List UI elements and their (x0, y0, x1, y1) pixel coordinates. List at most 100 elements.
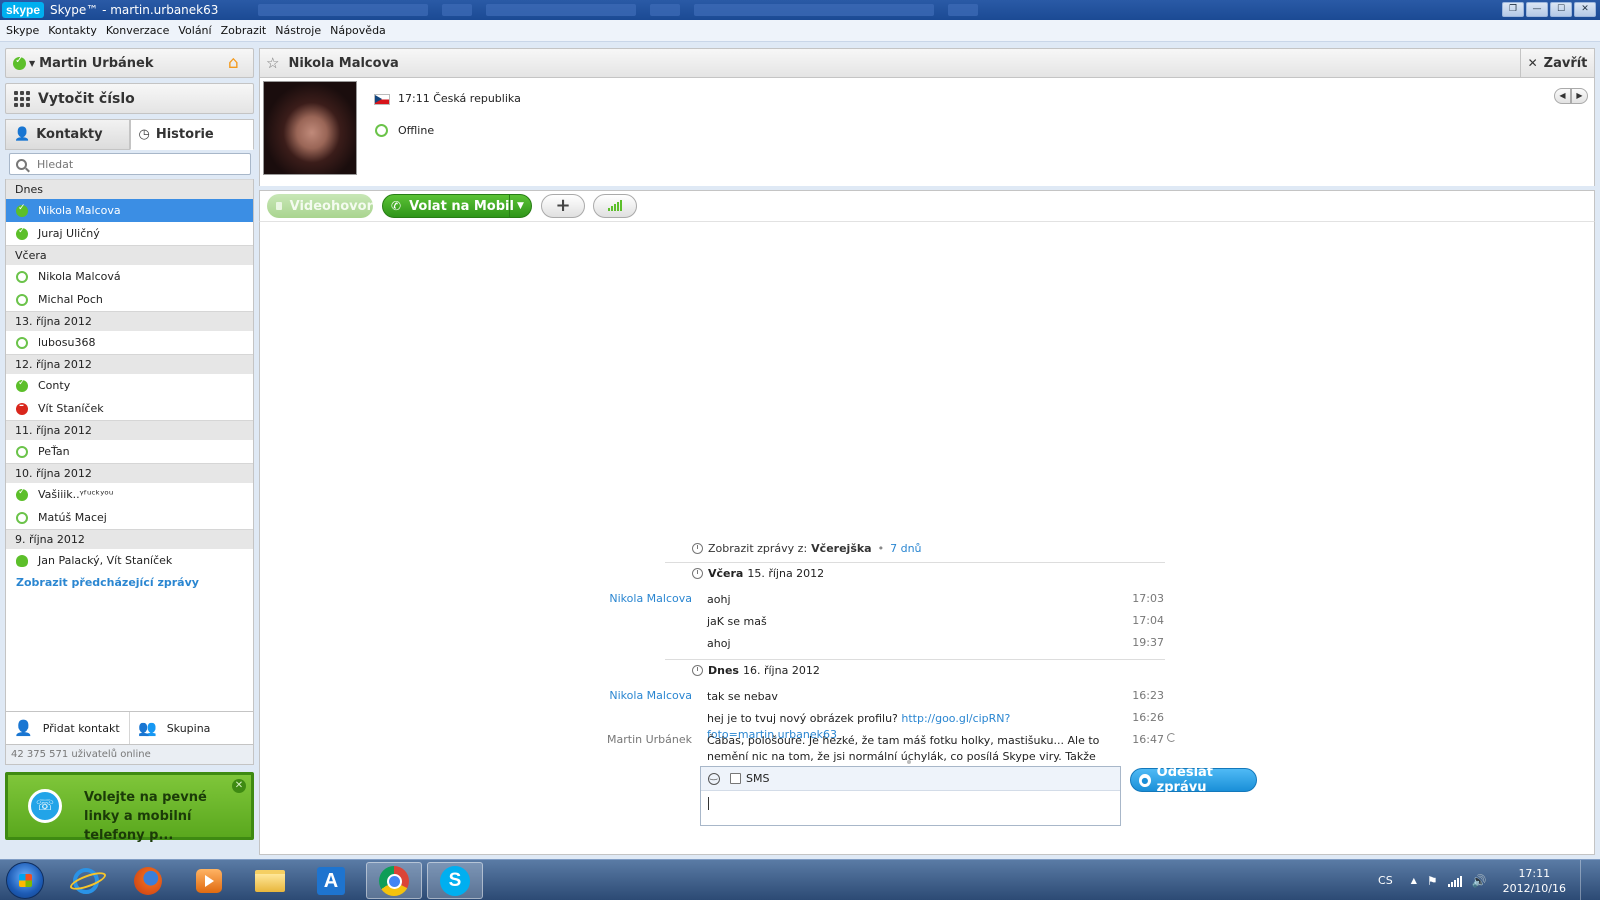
history-contact[interactable]: Jan Palacký, Vít Staníček (6, 549, 253, 572)
history-contact[interactable]: Nikola Malcova (6, 199, 253, 222)
message-sender[interactable]: Nikola Malcova (260, 689, 692, 702)
history-contact[interactable]: Nikola Malcová (6, 265, 253, 288)
restore-icon[interactable]: ❐ (1502, 2, 1524, 17)
search-input[interactable] (37, 157, 237, 171)
skype-icon: S (440, 865, 470, 896)
tab-historie-label: Historie (155, 127, 214, 142)
chevron-down-icon[interactable]: ▼ (509, 195, 531, 217)
offline-status-icon (16, 445, 28, 458)
taskbar-app-a[interactable]: A (303, 862, 359, 899)
chevron-down-icon[interactable]: ▼ (29, 59, 35, 68)
home-icon[interactable]: ⌂ (228, 54, 246, 72)
promo-banner[interactable]: ☏ Volejte na pevné linky a mobilní telef… (5, 772, 254, 843)
message-text-part: hej je to tvuj nový obrázek profilu? (707, 712, 898, 725)
online-status-icon (16, 203, 28, 217)
taskbar-media-player[interactable] (181, 862, 237, 899)
send-message-label: Odeslat zprávu (1156, 765, 1214, 795)
history-contact[interactable]: Matúš Macej (6, 506, 253, 529)
internet-explorer-icon (73, 867, 99, 894)
history-contact[interactable]: Conty (6, 374, 253, 397)
close-window-button[interactable]: ✕ (1574, 2, 1596, 17)
minimize-button[interactable]: — (1526, 2, 1548, 17)
clock-icon (692, 543, 703, 554)
chevron-up-icon[interactable]: ▲ (1411, 876, 1417, 885)
menu-nastroje[interactable]: Nástroje (275, 24, 321, 37)
user-name[interactable]: Martin Urbánek (39, 56, 153, 71)
menu-volani[interactable]: Volání (178, 24, 211, 37)
send-message-button[interactable]: ● Odeslat zprávu (1130, 765, 1257, 795)
star-icon[interactable]: ☆ (266, 54, 279, 72)
menu-kontakty[interactable]: Kontakty (48, 24, 97, 37)
message-sender[interactable]: Nikola Malcova (260, 592, 692, 605)
day-label: Včera (708, 567, 744, 580)
chevron-right-icon[interactable]: ▶ (1571, 88, 1588, 104)
promo-text[interactable]: Volejte na pevné linky a mobilní telefon… (84, 788, 244, 845)
taskbar-explorer[interactable] (242, 862, 298, 899)
show-from-7-days-link[interactable]: 7 dnů (890, 542, 921, 555)
maximize-button[interactable]: ☐ (1550, 2, 1572, 17)
user-status-bar[interactable]: ▼ Martin Urbánek ⌂ (5, 48, 254, 78)
contact-name: Vít Staníček (38, 402, 104, 415)
system-clock[interactable]: 17:11 2012/10/16 (1503, 866, 1566, 896)
history-contact[interactable]: Juraj Uličný (6, 222, 253, 245)
group-button[interactable]: 👥 Skupina (130, 712, 253, 744)
network-icon[interactable] (1447, 875, 1462, 887)
history-contact[interactable]: lubosu368 (6, 331, 253, 354)
call-quality-button[interactable] (593, 194, 637, 218)
video-camera-icon (276, 202, 282, 210)
search-box[interactable] (9, 153, 251, 175)
history-group-header: 11. října 2012 (6, 420, 253, 440)
firefox-icon (134, 866, 162, 895)
show-desktop-button[interactable] (1580, 860, 1590, 900)
sms-label: SMS (746, 772, 770, 785)
busy-status-icon (16, 400, 28, 415)
tab-kontakty[interactable]: 👤 Kontakty (5, 119, 130, 150)
show-messages-from: Zobrazit zprávy z: Včerejška • 7 dnů (692, 542, 922, 555)
start-button[interactable] (6, 862, 44, 899)
sms-checkbox[interactable] (730, 773, 741, 784)
message-sender[interactable]: Martin Urbánek (260, 733, 692, 746)
show-previous-link[interactable]: Zobrazit předcházející zprávy (6, 576, 253, 589)
media-player-icon (196, 868, 222, 893)
history-contact[interactable]: PeŤan (6, 440, 253, 463)
close-icon[interactable]: ✕ (232, 779, 246, 793)
group-label: Skupina (166, 721, 211, 735)
history-contact[interactable]: Vít Staníček (6, 397, 253, 420)
add-contact-label: Přidat kontakt (42, 721, 120, 735)
taskbar-firefox[interactable] (120, 862, 176, 899)
taskbar-chrome[interactable] (366, 862, 422, 899)
message-input-caret[interactable] (708, 797, 709, 810)
video-call-button[interactable]: Videohovor (267, 194, 373, 218)
group-chat-icon (16, 554, 28, 567)
chevron-left-icon[interactable]: ◀ (1554, 88, 1571, 104)
online-status-icon (16, 226, 28, 240)
contact-name: Michal Poch (38, 293, 103, 306)
online-status-icon[interactable] (13, 55, 26, 70)
taskbar-skype[interactable]: S (427, 862, 483, 899)
call-mobile-button[interactable]: ✆ Volat na Mobil ▼ (382, 194, 532, 218)
avatar[interactable] (263, 81, 357, 175)
smiley-icon[interactable] (708, 771, 720, 785)
menu-napoveda[interactable]: Nápověda (330, 24, 386, 37)
conversation-header: ☆ Nikola Malcova ✕ Zavřít (259, 48, 1595, 78)
message-text: jaK se maš (707, 615, 767, 628)
add-button[interactable]: + (541, 194, 585, 218)
volume-icon[interactable]: 🔊 (1472, 874, 1487, 888)
add-contact-button[interactable]: 👤 Přidat kontakt (6, 712, 130, 744)
show-from-selected[interactable]: Včerejška (811, 542, 871, 555)
history-list: Dnes Nikola Malcova Juraj Uličný Včera N… (5, 179, 254, 721)
chat-area: Zobrazit zprávy z: Včerejška • 7 dnů Vče… (259, 222, 1595, 855)
menu-konverzace[interactable]: Konverzace (106, 24, 170, 37)
history-contact[interactable]: Michal Poch (6, 288, 253, 311)
dial-number-button[interactable]: Vytočit číslo (5, 83, 254, 114)
close-conversation-button[interactable]: ✕ Zavřít (1520, 49, 1594, 77)
history-contact[interactable]: Vašiiik..ᵞᶠᵘᶜᵏʸᵒᵘ (6, 483, 253, 506)
language-indicator[interactable]: CS (1378, 874, 1393, 887)
taskbar-ie[interactable] (58, 862, 114, 899)
tab-kontakty-label: Kontakty (36, 127, 103, 142)
compose-resize-handle[interactable] (907, 760, 911, 764)
menu-zobrazit[interactable]: Zobrazit (221, 24, 267, 37)
action-center-flag-icon[interactable]: ⚑ (1427, 874, 1438, 888)
tab-historie[interactable]: ◷ Historie (129, 119, 254, 150)
menu-skype[interactable]: Skype (6, 24, 39, 37)
